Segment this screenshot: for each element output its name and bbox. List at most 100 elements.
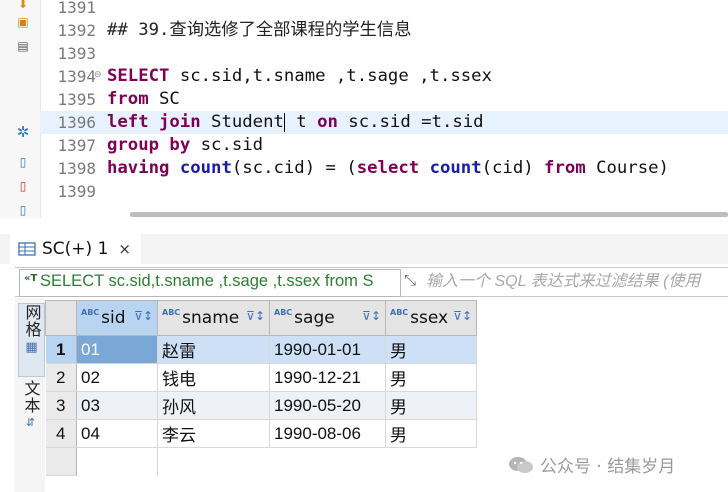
- cell-ssex[interactable]: 男: [385, 335, 477, 364]
- execute-icon[interactable]: ⬇: [15, 0, 31, 12]
- watermark: 公众号 · 结集岁月: [508, 452, 675, 477]
- table-row[interactable]: 1 01 赵雷 1990-01-01 男: [45, 335, 477, 364]
- cell-sage[interactable]: 1990-01-01: [269, 335, 386, 364]
- editor-horizontal-scrollbar[interactable]: [130, 212, 728, 217]
- cell-sname[interactable]: 钱电: [157, 363, 270, 392]
- cell-empty: [157, 447, 270, 476]
- cell-sage[interactable]: 1990-12-21: [269, 363, 386, 392]
- sql-comment: ## 39.查询选修了全部课程的学生信息: [107, 20, 412, 40]
- tab-text-label: 文本: [21, 380, 41, 414]
- column-header-label: sname: [182, 308, 240, 328]
- export-icon[interactable]: ▯: [15, 178, 31, 194]
- cell-sid[interactable]: 01: [76, 335, 158, 364]
- row-number-empty: [45, 447, 77, 476]
- result-tab-bar: SC(+) 1 ×: [0, 234, 728, 264]
- table-row[interactable]: 4 04 李云 1990-08-06 男: [45, 419, 477, 448]
- code-line[interactable]: SELECT sc.sid,t.sname ,t.sage ,t.ssex: [107, 65, 492, 88]
- line-number: 1396: [57, 113, 96, 132]
- sql-editor[interactable]: ⬇ ▣ ▤ ✲ ▯ ▯ ▯ 1391 1392 1393 1394 1395 1396 13…: [0, 0, 728, 218]
- cell-sid[interactable]: 02: [76, 363, 158, 392]
- filter-expand-icon[interactable]: ⤡: [404, 271, 416, 289]
- watermark-text: 公众号 · 结集岁月: [540, 457, 676, 477]
- line-number: 1398: [57, 159, 96, 178]
- code-line[interactable]: from SC: [107, 88, 180, 111]
- line-number: 1393: [57, 44, 96, 63]
- wechat-logo-icon: [509, 456, 533, 473]
- cell-sname[interactable]: 孙风: [157, 391, 270, 420]
- cell-sage[interactable]: 1990-08-06: [269, 419, 386, 448]
- result-tab[interactable]: SC(+) 1 ×: [10, 234, 141, 264]
- sort-filter-icon[interactable]: ⊽↕: [134, 309, 153, 323]
- sql-text: (sc.cid) = (: [231, 158, 357, 178]
- column-header-sname[interactable]: ABC sname ⊽↕: [157, 300, 270, 336]
- row-number[interactable]: 2: [45, 363, 77, 392]
- code-line[interactable]: ## 39.查询选修了全部课程的学生信息: [107, 19, 411, 42]
- grid-icon: ▦: [25, 340, 38, 355]
- line-number: 1395: [57, 90, 96, 109]
- code-line[interactable]: group by sc.sid: [107, 134, 263, 157]
- sql-keyword: group by: [107, 135, 191, 155]
- cell-ssex[interactable]: 男: [385, 419, 477, 448]
- row-number[interactable]: 4: [45, 419, 77, 448]
- settings-icon[interactable]: ✲: [15, 123, 31, 141]
- column-header-ssex[interactable]: ABC ssex ⊽↕: [385, 300, 477, 336]
- tab-grid[interactable]: 网格 ▦: [18, 303, 45, 377]
- code-line[interactable]: having count(sc.cid) = (select count(cid…: [107, 157, 669, 180]
- cell-sname[interactable]: 李云: [157, 419, 270, 448]
- sql-text: sc.sid: [190, 135, 264, 155]
- sort-filter-icon[interactable]: ⊽↕: [453, 309, 472, 323]
- column-header-label: sage: [294, 308, 335, 328]
- cell-sage[interactable]: 1990-05-20: [269, 391, 386, 420]
- column-header-sage[interactable]: ABC sage ⊽↕: [269, 300, 386, 336]
- cell-empty: [76, 447, 158, 476]
- table-row[interactable]: 2 02 钱电 1990-12-21 男: [45, 363, 477, 392]
- sort-filter-icon[interactable]: ⊽↕: [362, 309, 381, 323]
- code-line[interactable]: left join Student t on sc.sid =t.sid: [107, 111, 484, 134]
- sort-filter-icon[interactable]: ⊽↕: [246, 309, 265, 323]
- execute-script-icon[interactable]: ▣: [15, 14, 31, 30]
- cell-ssex[interactable]: 男: [385, 391, 477, 420]
- sql-keyword: SELECT: [107, 66, 170, 86]
- header-row: ABC sid ⊽↕ ABC sname ⊽↕ ABC sage ⊽↕ ABC ssex…: [45, 300, 477, 336]
- tab-grid-label: 网格: [22, 304, 42, 338]
- table-row-empty: [45, 447, 477, 476]
- row-number-header[interactable]: [45, 300, 77, 336]
- table-icon: [18, 242, 36, 256]
- cell-sname[interactable]: 赵雷: [157, 335, 270, 364]
- new-script-icon[interactable]: ▯: [15, 154, 31, 170]
- result-view-tabs: 网格 ▦ 文本 ⇵: [15, 298, 45, 492]
- line-number: 1399: [57, 182, 96, 201]
- tab-text[interactable]: 文本 ⇵: [18, 380, 43, 448]
- result-tab-label: SC(+) 1: [42, 239, 109, 259]
- sql-keyword: having: [107, 158, 170, 178]
- result-table: ABC sid ⊽↕ ABC sname ⊽↕ ABC sage ⊽↕ ABC ssex…: [45, 300, 477, 476]
- cell-empty: [385, 447, 477, 476]
- column-header-sid[interactable]: ABC sid ⊽↕: [76, 300, 158, 336]
- sql-keyword: from: [107, 89, 149, 109]
- code-area[interactable]: ## 39.查询选修了全部课程的学生信息 SELECT sc.sid,t.snam…: [107, 0, 728, 205]
- line-number-gutter: 1391 1392 1393 1394 1395 1396 1397 1398 1399: [40, 0, 106, 205]
- table-row[interactable]: 3 03 孙风 1990-05-20 男: [45, 391, 477, 420]
- query-text-box[interactable]: «T SELECT sc.sid,t.sname ,t.sage ,t.ssex…: [19, 269, 401, 297]
- fold-marker-icon[interactable]: ⊖: [94, 70, 102, 80]
- query-text: SELECT sc.sid,t.sname ,t.sage ,t.ssex fr…: [40, 272, 374, 290]
- sql-text: sc.sid,t.sname ,t.sage ,t.ssex: [169, 66, 492, 86]
- row-number[interactable]: 3: [45, 391, 77, 420]
- sql-function: count: [179, 158, 232, 178]
- filter-input[interactable]: [426, 269, 728, 294]
- cell-ssex[interactable]: 男: [385, 363, 477, 392]
- format-icon[interactable]: ▯: [15, 202, 31, 218]
- row-number[interactable]: 1: [45, 335, 77, 364]
- sql-text: Student: [200, 112, 284, 132]
- explain-plan-icon[interactable]: ▤: [15, 38, 31, 54]
- sql-text: Course): [585, 158, 669, 178]
- string-type-icon: ABC: [81, 308, 100, 317]
- close-icon[interactable]: ×: [118, 240, 131, 258]
- sql-function: count: [429, 158, 482, 178]
- sql-keyword: on: [317, 112, 338, 132]
- cell-sid[interactable]: 03: [76, 391, 158, 420]
- cell-empty: [269, 447, 386, 476]
- cell-sid[interactable]: 04: [76, 419, 158, 448]
